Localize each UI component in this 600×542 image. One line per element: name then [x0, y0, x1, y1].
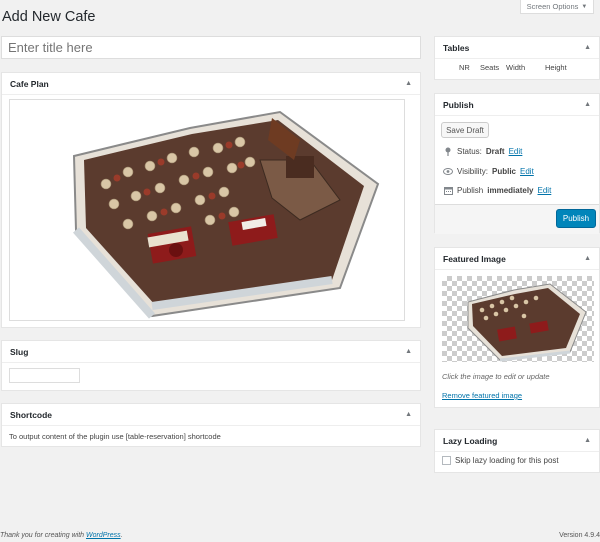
- status-label: Status:: [457, 146, 482, 156]
- status-row: Status: Draft Edit: [443, 146, 522, 156]
- save-draft-button[interactable]: Save Draft: [441, 122, 489, 138]
- publish-button[interactable]: Publish: [556, 209, 596, 228]
- featured-image-header[interactable]: Featured Image ▲: [435, 248, 599, 270]
- lazy-loading-header[interactable]: Lazy Loading ▲: [435, 430, 599, 452]
- featured-image-hint: Click the image to edit or update: [442, 372, 550, 381]
- cafe-plan-header[interactable]: Cafe Plan ▲: [2, 73, 420, 95]
- tables-header[interactable]: Tables ▲: [435, 37, 599, 59]
- caret-up-icon[interactable]: ▲: [405, 348, 412, 355]
- publish-header[interactable]: Publish ▲: [435, 94, 599, 116]
- skip-lazy-loading-checkbox[interactable]: [442, 456, 451, 465]
- schedule-row: Publish immediately Edit: [443, 185, 551, 195]
- slug-title: Slug: [10, 346, 29, 357]
- lazy-loading-box: Lazy Loading ▲ Skip lazy loading for thi…: [434, 429, 600, 473]
- slug-input[interactable]: [9, 368, 80, 383]
- screen-options-label: Screen Options: [526, 2, 579, 11]
- pin-icon: [443, 146, 453, 156]
- skip-lazy-loading-row: Skip lazy loading for this post: [442, 456, 559, 465]
- footer-thanks-text: Thank you for creating with: [0, 532, 85, 539]
- lazy-loading-title: Lazy Loading: [443, 435, 498, 446]
- visibility-value: Public: [491, 166, 516, 176]
- caret-up-icon[interactable]: ▲: [584, 437, 591, 444]
- caret-up-icon[interactable]: ▲: [584, 44, 591, 51]
- cafe-floor-plan-illustration: [72, 110, 380, 319]
- caret-up-icon[interactable]: ▲: [584, 255, 591, 262]
- skip-lazy-loading-label: Skip lazy loading for this post: [455, 456, 559, 465]
- slug-header[interactable]: Slug ▲: [2, 341, 420, 363]
- wordpress-link[interactable]: WordPress: [86, 532, 121, 539]
- calendar-icon: [443, 185, 453, 195]
- footer-credit: Thank you for creating with WordPress.: [0, 532, 123, 539]
- caret-up-icon[interactable]: ▲: [584, 101, 591, 108]
- shortcode-text: To output content of the plugin use [tab…: [9, 432, 221, 441]
- remove-featured-image-link[interactable]: Remove featured image: [442, 391, 522, 400]
- shortcode-title: Shortcode: [10, 409, 53, 420]
- caret-up-icon[interactable]: ▲: [405, 411, 412, 418]
- eye-icon: [443, 166, 453, 176]
- caret-up-icon[interactable]: ▲: [405, 80, 412, 87]
- shortcode-header[interactable]: Shortcode ▲: [2, 404, 420, 426]
- tables-box: Tables ▲ NR Seats Width Height: [434, 36, 600, 80]
- cafe-plan-canvas[interactable]: [9, 99, 405, 321]
- publish-edit-link[interactable]: Edit: [538, 186, 552, 195]
- publish-label: Publish: [457, 185, 484, 195]
- publish-box: Publish ▲ Save Draft Status: Draft Edit …: [434, 93, 600, 234]
- status-value: Draft: [485, 146, 505, 156]
- publish-title: Publish: [443, 99, 474, 110]
- featured-image-preview: [467, 283, 587, 362]
- cafe-plan-box: Cafe Plan ▲: [1, 72, 421, 328]
- featured-image-thumbnail[interactable]: [442, 276, 594, 362]
- page-title: Add New Cafe: [2, 9, 96, 25]
- publish-value: immediately: [487, 185, 534, 195]
- visibility-label: Visibility:: [457, 166, 488, 176]
- col-seats: Seats: [480, 63, 500, 72]
- caret-down-icon: ▼: [581, 3, 588, 10]
- visibility-row: Visibility: Public Edit: [443, 166, 534, 176]
- col-nr: NR: [459, 63, 470, 72]
- featured-image-title: Featured Image: [443, 253, 506, 264]
- footer-thanks-suffix: .: [120, 532, 123, 539]
- slug-box: Slug ▲: [1, 340, 421, 391]
- tables-title: Tables: [443, 42, 470, 53]
- screen-options-tab[interactable]: Screen Options ▼: [520, 0, 594, 14]
- col-height: Height: [545, 63, 567, 72]
- title-input[interactable]: [1, 36, 421, 59]
- status-edit-link[interactable]: Edit: [509, 147, 523, 156]
- featured-image-box: Featured Image ▲ Click the image to edit…: [434, 247, 600, 408]
- footer-version: Version 4.9.4: [559, 532, 600, 539]
- cafe-plan-title: Cafe Plan: [10, 78, 49, 89]
- shortcode-box: Shortcode ▲ To output content of the plu…: [1, 403, 421, 447]
- col-width: Width: [506, 63, 526, 72]
- visibility-edit-link[interactable]: Edit: [520, 167, 534, 176]
